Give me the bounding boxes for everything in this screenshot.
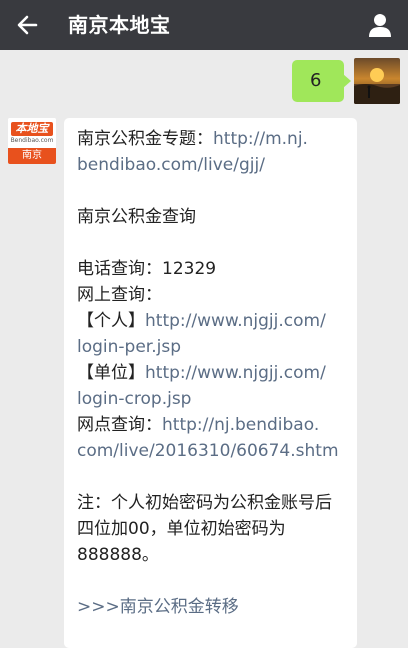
back-button[interactable] <box>10 8 44 42</box>
unit-line: 【单位】http://www.njgjj.com/ <box>77 360 345 386</box>
chat-title: 南京本地宝 <box>68 13 171 37</box>
sender-avatar[interactable]: 本地宝 Bendibao.com 南京 <box>8 118 56 164</box>
personal-link-cont[interactable]: login-per.jsp <box>77 334 345 360</box>
branch-label: 网点查询： <box>77 415 162 435</box>
person-icon <box>369 14 391 37</box>
profile-button[interactable] <box>364 9 396 41</box>
bendibao-logo: 本地宝 Bendibao.com <box>8 118 56 148</box>
personal-link[interactable]: http://www.njgjj.com/ <box>145 311 326 331</box>
chat-header: 南京本地宝 <box>0 0 408 50</box>
transfer-link[interactable]: 南京公积金转移 <box>120 597 239 617</box>
unit-link-cont[interactable]: login-crop.jsp <box>77 386 345 412</box>
online-label: 网上查询： <box>77 285 162 305</box>
transfer-line: >>>南京公积金转移 <box>77 594 345 620</box>
note-line-1: 注：个人初始密码为公积金账号后 <box>77 493 332 513</box>
topic-label: 南京公积金专题： <box>77 129 213 149</box>
back-arrow-icon <box>17 15 38 35</box>
note-line-2: 四位加00，单位初始密码为 <box>77 519 286 539</box>
note-line-3: 888888。 <box>77 545 159 565</box>
outgoing-message-bubble[interactable]: 6 <box>292 60 351 102</box>
transfer-prefix: >>> <box>77 597 120 617</box>
personal-label: 【个人】 <box>77 311 145 331</box>
personal-line: 【个人】http://www.njgjj.com/ <box>77 308 345 334</box>
unit-label: 【单位】 <box>77 363 145 383</box>
logo-text: 本地宝 <box>11 122 53 136</box>
phone-number: 12329 <box>162 259 217 279</box>
branch-line: 网点查询：http://nj.bendibao. <box>77 412 345 438</box>
topic-link[interactable]: http://m.nj. <box>213 129 308 149</box>
logo-city: 南京 <box>8 148 56 164</box>
logo-subtext: Bendibao.com <box>10 137 54 144</box>
query-heading: 南京公积金查询 <box>77 207 196 227</box>
topic-line-1: 南京公积金专题：http://m.nj. <box>77 126 345 152</box>
incoming-message-bubble: 南京公积金专题：http://m.nj. bendibao.com/live/g… <box>64 118 357 648</box>
phone-line: 电话查询：12329 <box>77 256 345 282</box>
sunset-avatar-image <box>354 58 400 104</box>
branch-link[interactable]: http://nj.bendibao. <box>162 415 319 435</box>
unit-link[interactable]: http://www.njgjj.com/ <box>145 363 326 383</box>
branch-link-cont[interactable]: com/live/2016310/60674.shtm <box>77 438 345 464</box>
phone-label: 电话查询： <box>77 259 162 279</box>
user-avatar[interactable] <box>354 58 400 104</box>
topic-link-cont[interactable]: bendibao.com/live/gjj/ <box>77 152 345 178</box>
